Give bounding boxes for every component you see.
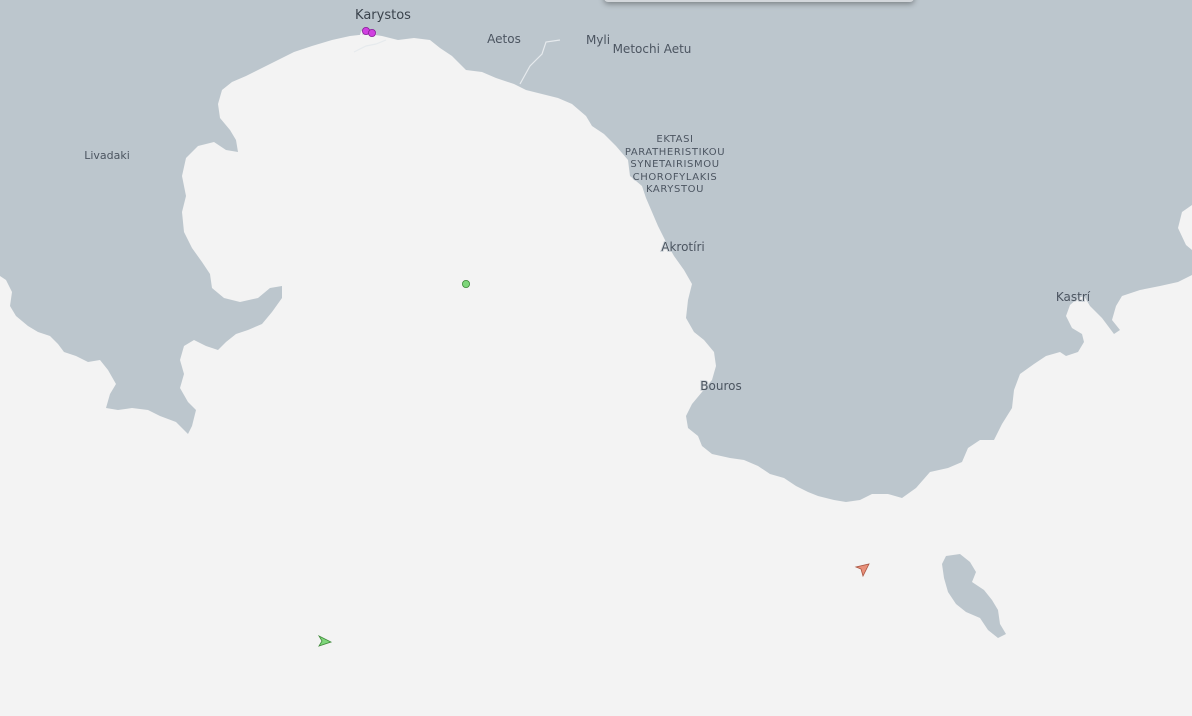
vessel-magenta-2[interactable] (367, 28, 376, 37)
top-panel-edge[interactable] (604, 0, 914, 2)
label-kastri: Kastrí (1056, 290, 1091, 304)
label-livadaki: Livadaki (84, 149, 130, 162)
map-canvas[interactable]: Karystos Aetos Myli Metochi Aetu Livadak… (0, 0, 1192, 716)
label-bouros: Bouros (700, 379, 741, 393)
label-metochi: Metochi Aetu (613, 42, 692, 56)
area-line-3: SYNETAIRISMOU (630, 159, 719, 170)
label-aetos: Aetos (487, 32, 521, 46)
area-line-5: KARYSTOU (646, 184, 704, 195)
area-line-1: EKTASI (656, 134, 693, 145)
label-myli: Myli (586, 33, 610, 47)
vessel-green-dot[interactable] (461, 279, 470, 288)
area-line-4: CHOROFYLAKIS (633, 172, 718, 183)
area-line-2: PARATHERISTIKOU (625, 147, 725, 158)
label-karystos: Karystos (355, 8, 411, 23)
label-akrotiri: Akrotíri (661, 240, 704, 254)
